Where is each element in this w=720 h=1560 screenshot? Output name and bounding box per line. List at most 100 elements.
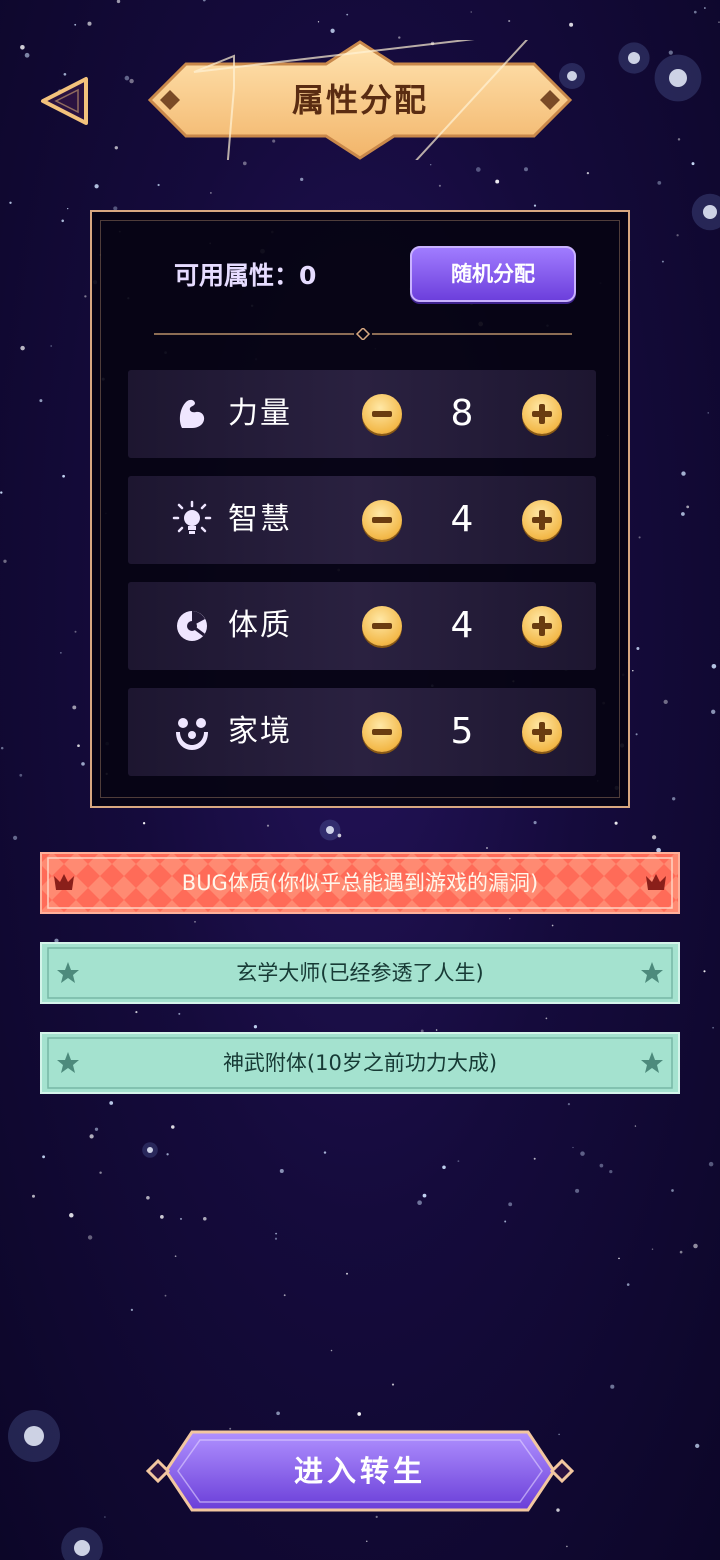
star-dot [671,1189,674,1192]
star-dot [74,630,77,633]
star-dot [475,167,481,172]
star-dot [317,21,320,23]
divider [154,328,572,340]
star-dot [533,1157,536,1160]
star-glow [618,42,650,74]
family-icon [176,718,208,750]
star-dot [429,163,432,166]
trait-card-martial[interactable]: 神武附体(10岁之前功力大成) [40,1032,680,1094]
star-dot [417,1200,422,1206]
star-dot [330,1349,333,1352]
title-banner: 属性分配 [146,40,574,160]
star-dot [300,177,304,182]
available-points: 可用属性：0 [174,256,316,292]
enter-reincarnation-button[interactable]: 进入转生 [144,1428,576,1514]
available-value: 0 [299,261,317,290]
star-dot [580,1151,585,1156]
star-dot [508,1202,513,1207]
star-dot [686,505,690,509]
decrease-family-button[interactable] [362,712,402,752]
star-dot [442,1165,446,1170]
star-dot [707,412,709,414]
star-dot [203,1217,207,1221]
star-dot [672,797,676,801]
star-glow [142,1142,158,1158]
star-dot [164,1294,167,1297]
attribute-row-constitution: 体质 4 [128,582,596,670]
star-dot [87,1235,93,1240]
star-dot [9,201,12,204]
star-dot [81,762,85,766]
decrease-wisdom-button[interactable] [362,500,402,540]
star-dot [114,146,118,150]
star-dot [337,833,342,838]
decrease-strength-button[interactable] [362,394,402,434]
increase-family-button[interactable] [522,712,562,752]
star-dot [632,669,634,672]
star-dot [711,709,716,714]
star-dot [279,1168,284,1174]
attribute-row-family: 家境 5 [128,688,596,776]
star-dot [283,1294,286,1297]
star-dot [485,846,489,850]
star-dot [711,663,717,669]
star-dot [242,161,247,166]
star-dot [533,204,537,207]
star-dot [661,260,664,263]
star-dot [60,652,62,654]
decrease-constitution-button[interactable] [362,606,402,646]
star-dot [681,471,686,476]
star-dot [681,512,685,516]
bright-star [147,1147,153,1153]
star-dot [495,179,500,184]
star-dot [89,1134,94,1139]
star-dot [142,822,146,825]
star-dot [99,1171,102,1174]
star-dot [84,295,87,298]
star-dot [20,45,25,50]
attribute-value: 4 [450,499,474,540]
star-dot [13,835,18,841]
back-arrow-icon[interactable] [38,76,92,126]
star-dot [194,921,196,923]
random-assign-button[interactable]: 随机分配 [410,246,576,302]
star-dot [146,1196,150,1200]
star-dot [160,1215,164,1219]
increase-strength-button[interactable] [522,394,562,434]
star-dot [375,1515,378,1519]
star-dot [703,970,706,973]
star-dot [634,1125,637,1127]
attribute-label: 力量 [228,396,292,431]
star-dot [202,0,206,2]
star-dot [618,1257,620,1260]
attribute-row-strength: 力量 8 [128,370,596,458]
star-glow [319,819,341,841]
bright-star [703,205,717,219]
star-dot [638,536,641,539]
star-dot [626,1283,630,1286]
star-dot [693,10,697,14]
star-dot [524,167,528,172]
attribute-value: 8 [450,393,474,434]
trait-card-metaphysics[interactable]: 玄学大师(已经参透了人生) [40,942,680,1004]
star-dot [178,1012,181,1015]
increase-constitution-button[interactable] [522,606,562,646]
star-dot [94,184,99,189]
star-dot [69,1213,74,1218]
star-dot [657,181,662,185]
star-dot [39,399,43,403]
star-dot [718,21,720,23]
star-dot [19,773,23,777]
bright-star [74,1540,90,1556]
star-dot [275,1232,278,1235]
increase-wisdom-button[interactable] [522,500,562,540]
star-glow [8,1410,60,1462]
star-dot [504,1220,507,1223]
attribute-label: 智慧 [228,502,292,537]
trait-text: 玄学大师(已经参透了人生) [236,961,484,985]
trait-text: BUG体质(你似乎总能遇到游戏的漏洞) [181,871,539,895]
star-dot [435,1029,438,1031]
star-dot [20,345,25,351]
star-dot [398,36,401,39]
trait-card-bug[interactable]: BUG体质(你似乎总能遇到游戏的漏洞) [40,852,680,914]
